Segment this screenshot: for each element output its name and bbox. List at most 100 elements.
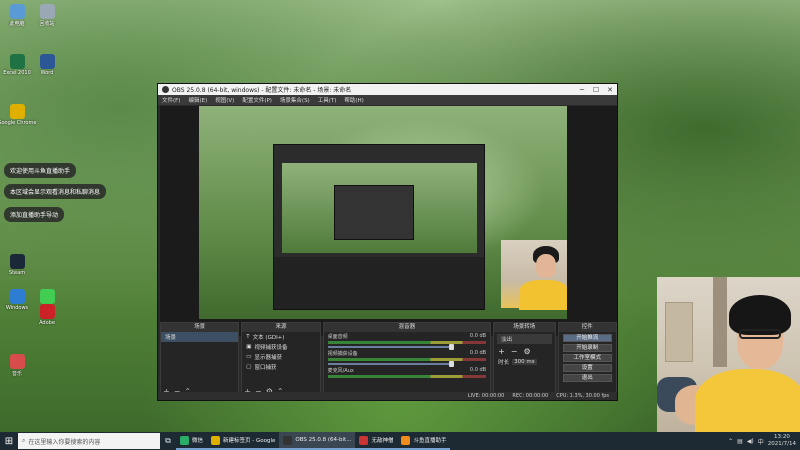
window-icon: ▢ bbox=[246, 364, 252, 370]
taskbar-app[interactable]: 微信 bbox=[176, 432, 208, 450]
volume-slider[interactable] bbox=[327, 361, 454, 367]
desktop-icon-label: 回收站 bbox=[39, 21, 55, 27]
source-label: 窗口捕获 bbox=[254, 365, 277, 371]
tray-chevron-icon[interactable]: ⌃ bbox=[728, 438, 733, 445]
minimize-icon[interactable]: ─ bbox=[575, 86, 589, 94]
channel-name: 视频捕获设备 bbox=[327, 351, 358, 357]
webcam-glasses bbox=[739, 329, 781, 339]
recycle-bin-icon bbox=[39, 4, 55, 19]
menu-help[interactable]: 帮助(H) bbox=[344, 96, 363, 104]
computer-icon bbox=[9, 4, 25, 19]
duration-input[interactable]: 300 ms bbox=[512, 359, 537, 365]
settings-button[interactable]: 设置 bbox=[562, 364, 612, 372]
start-recording-button[interactable]: 开始录制 bbox=[562, 344, 612, 352]
app-icon bbox=[359, 435, 369, 445]
chrome-icon bbox=[9, 104, 25, 119]
menu-scene-collection[interactable]: 场景集合(S) bbox=[280, 96, 310, 104]
toast-add-helper[interactable]: 添加直播助手导动 bbox=[4, 207, 65, 222]
app-icon bbox=[180, 435, 189, 445]
desktop-icon[interactable]: Windows bbox=[2, 289, 32, 311]
desktop-icon-label: 此电脑 bbox=[9, 21, 25, 27]
obs-window[interactable]: OBS 25.0.8 (64-bit, windows) - 配置文件: 未命名… bbox=[157, 83, 618, 401]
music-icon bbox=[9, 354, 25, 369]
live-status: LIVE: 00:00:00 bbox=[467, 393, 505, 399]
nested-inner-window bbox=[334, 185, 414, 240]
taskbar-app[interactable]: 无敌神僧 bbox=[355, 432, 398, 450]
volume-meter bbox=[327, 341, 487, 344]
channel-db: 0.0 dB bbox=[469, 333, 487, 339]
menu-view[interactable]: 视图(V) bbox=[215, 96, 234, 104]
source-label: 显示器捕获 bbox=[254, 355, 283, 361]
controls-dock: 控件 开始推流 开始录制 工作室模式 设置 退出 bbox=[557, 322, 617, 400]
add-icon[interactable]: + bbox=[498, 347, 505, 356]
desktop-icon-label: Google Chrome bbox=[0, 120, 37, 126]
volume-meter bbox=[327, 375, 487, 378]
menu-file[interactable]: 文件(F) bbox=[162, 96, 180, 104]
clock[interactable]: 13:20 2021/7/14 bbox=[768, 434, 796, 448]
source-item[interactable]: ▢ 窗口捕获 bbox=[242, 362, 319, 372]
taskbar-app[interactable]: 斗鱼直播助手 bbox=[397, 432, 451, 450]
menu-edit[interactable]: 编辑(E) bbox=[188, 96, 207, 104]
desktop-icon[interactable]: Excel 2010 bbox=[2, 54, 32, 76]
desktop-icon[interactable]: 此电脑 bbox=[2, 4, 32, 27]
app-icon bbox=[283, 435, 293, 445]
desktop-icon[interactable]: Adobe bbox=[32, 304, 62, 326]
search-icon: ⌕ bbox=[22, 437, 26, 444]
source-label: 视频捕获设备 bbox=[254, 345, 288, 351]
taskbar-app[interactable]: 新建标签页 - Google bbox=[207, 432, 280, 450]
toast-welcome: 欢迎使用斗鱼直播助手 bbox=[4, 163, 77, 178]
clock-date: 2021/7/14 bbox=[767, 441, 796, 447]
menu-profile[interactable]: 配置文件(P) bbox=[242, 96, 272, 104]
remove-icon[interactable]: − bbox=[511, 347, 518, 356]
nested-docks bbox=[274, 257, 484, 309]
desktop-icon[interactable]: Steam bbox=[2, 254, 32, 276]
app-icon bbox=[211, 435, 221, 445]
obs-titlebar[interactable]: OBS 25.0.8 (64-bit, windows) - 配置文件: 未命名… bbox=[158, 84, 617, 95]
gear-icon[interactable]: ⚙ bbox=[523, 347, 530, 356]
channel-db: 0.0 dB bbox=[469, 367, 487, 373]
preview-webcam-source bbox=[501, 240, 567, 310]
mixer-dock: 混音器 桌面音频 0.0 dB 视频捕获设备 0.0 dB 麦克风/Aux 0.0 d… bbox=[322, 322, 492, 400]
close-icon[interactable]: ✕ bbox=[603, 86, 617, 94]
windows-start-icon[interactable]: ⊞ bbox=[0, 432, 18, 450]
taskbar-app-label: 无敌神僧 bbox=[371, 438, 394, 444]
maximize-icon[interactable]: ☐ bbox=[589, 86, 603, 94]
transitions-dock-title: 场景转场 bbox=[494, 323, 555, 332]
obs-menubar: 文件(F) 编辑(E) 视图(V) 配置文件(P) 场景集合(S) 工具(T) … bbox=[158, 95, 617, 105]
network-icon[interactable]: ▤ bbox=[737, 438, 743, 445]
search-placeholder: 在这里输入你要搜索的内容 bbox=[28, 438, 101, 446]
webcam-face bbox=[536, 254, 556, 278]
studio-mode-button[interactable]: 工作室模式 bbox=[562, 354, 612, 362]
sources-dock-title: 来源 bbox=[242, 323, 320, 332]
volume-icon[interactable]: ◀) bbox=[747, 438, 754, 445]
ime-icon[interactable]: 中 bbox=[758, 437, 764, 446]
obs-logo-icon bbox=[162, 86, 169, 93]
taskbar-search[interactable]: ⌕ 在这里输入你要搜索的内容 bbox=[18, 433, 160, 449]
desktop-icon[interactable]: Google Chrome bbox=[0, 104, 36, 126]
obs-statusbar: LIVE: 00:00:00 REC: 00:00:00 CPU: 1.3%, … bbox=[158, 392, 617, 400]
menu-tools[interactable]: 工具(T) bbox=[318, 96, 337, 104]
scene-item[interactable]: 场景 bbox=[161, 332, 239, 342]
start-streaming-button[interactable]: 开始推流 bbox=[562, 334, 612, 342]
obs-preview[interactable] bbox=[160, 106, 617, 336]
channel-db: 0.0 dB bbox=[469, 350, 487, 356]
text-icon: T bbox=[246, 334, 250, 340]
obs-window-title: OBS 25.0.8 (64-bit, windows) - 配置文件: 未命名… bbox=[172, 87, 352, 94]
scenes-dock-title: 场景 bbox=[161, 323, 239, 332]
scenes-dock: 场景 场景 + − ⌃ ⌄ bbox=[160, 322, 240, 400]
source-item[interactable]: T 文本 (GDI+) bbox=[242, 332, 319, 342]
transition-select[interactable]: 淡出 bbox=[497, 334, 552, 344]
desktop-icon[interactable]: 音乐 bbox=[2, 354, 32, 377]
source-item[interactable]: ▣ 视频捕获设备 bbox=[242, 342, 319, 352]
webcam-shelf bbox=[665, 302, 693, 362]
desktop-icon[interactable]: 回收站 bbox=[32, 4, 62, 27]
transitions-dock: 场景转场 淡出 + − ⚙ 时长 300 ms bbox=[493, 322, 556, 400]
source-item[interactable]: ▭ 显示器捕获 bbox=[242, 352, 319, 362]
task-view-icon[interactable]: ⧉ bbox=[160, 432, 176, 450]
exit-button[interactable]: 退出 bbox=[562, 374, 612, 382]
taskbar-app[interactable]: OBS 25.0.8 (64-bit... bbox=[279, 432, 356, 450]
word-icon bbox=[39, 54, 55, 69]
desktop-icon[interactable]: Word bbox=[32, 54, 62, 76]
volume-slider[interactable] bbox=[327, 344, 454, 350]
controls-dock-title: 控件 bbox=[558, 323, 616, 332]
